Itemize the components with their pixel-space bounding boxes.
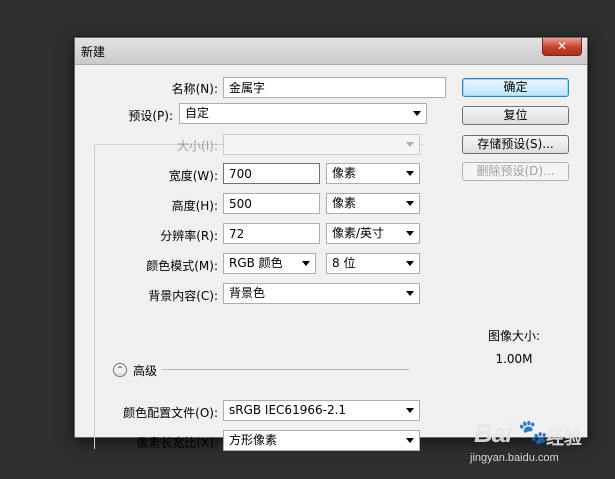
chevron-down-icon <box>413 111 421 116</box>
save-preset-button[interactable]: 存储预设(S)... <box>462 135 569 154</box>
chevron-down-icon <box>406 261 414 266</box>
color-profile-label: 颜色配置文件(O): <box>123 406 218 420</box>
bit-depth-select[interactable]: 8 位 <box>326 253 420 274</box>
width-unit-select[interactable]: 像素 <box>326 163 420 184</box>
advanced-label: 高级 <box>133 364 158 378</box>
color-profile-value: sRGB IEC61966-2.1 <box>229 403 347 417</box>
height-label: 高度(H): <box>171 199 218 213</box>
image-size-label: 图像大小: <box>487 329 541 343</box>
close-icon: ✕ <box>556 39 568 53</box>
color-mode-select[interactable]: RGB 颜色 <box>223 253 316 274</box>
preset-value: 自定 <box>185 106 210 120</box>
watermark-cn: 经验 <box>546 428 582 448</box>
width-unit-value: 像素 <box>332 166 357 180</box>
resolution-input[interactable] <box>223 223 320 244</box>
color-mode-value: RGB 颜色 <box>229 256 283 270</box>
dialog-title: 新建 <box>81 45 106 59</box>
resolution-unit-select[interactable]: 像素/英寸 <box>326 223 420 244</box>
size-label: 大小(I): <box>177 139 218 153</box>
width-input[interactable] <box>223 163 320 184</box>
preset-select[interactable]: 自定 <box>179 103 427 124</box>
chevron-down-icon <box>406 142 414 147</box>
advanced-toggle-button[interactable]: ⌃ <box>113 363 127 377</box>
pixel-aspect-value: 方形像素 <box>229 433 278 447</box>
height-unit-select[interactable]: 像素 <box>326 193 420 214</box>
pixel-aspect-select[interactable]: 方形像素 <box>223 430 420 451</box>
width-label: 宽度(W): <box>168 169 218 183</box>
chevron-down-icon <box>406 231 414 236</box>
watermark-logo: Bai <box>474 418 512 448</box>
size-select[interactable] <box>223 134 420 155</box>
title-bar[interactable]: 新建 ✕ <box>75 38 587 65</box>
chevron-down-icon <box>406 291 414 296</box>
resolution-unit-value: 像素/英寸 <box>332 226 385 240</box>
chevron-down-icon <box>406 201 414 206</box>
preset-label: 预设(P): <box>95 107 176 124</box>
color-profile-select[interactable]: sRGB IEC61966-2.1 <box>223 400 420 421</box>
bit-depth-value: 8 位 <box>332 256 356 270</box>
background-label: 背景内容(C): <box>148 289 218 303</box>
chevron-down-icon <box>406 171 414 176</box>
height-unit-value: 像素 <box>332 196 357 210</box>
reset-button[interactable]: 复位 <box>462 106 569 125</box>
delete-preset-button[interactable]: 删除预设(D)... <box>462 162 569 181</box>
background-select[interactable]: 背景色 <box>223 283 420 304</box>
pixel-aspect-label: 像素长宽比(X): <box>136 436 218 450</box>
ok-button[interactable]: 确定 <box>462 78 569 97</box>
new-document-dialog: 新建 ✕ 名称(N): 预设(P): 自定 大小(I): 宽度(W): 像素 <box>74 37 588 451</box>
watermark-url: jingyan.baidu.com <box>470 452 559 464</box>
name-label: 名称(N): <box>171 82 218 96</box>
chevron-up-icon: ⌃ <box>116 365 124 374</box>
name-input[interactable] <box>223 77 446 98</box>
advanced-divider <box>162 369 410 370</box>
close-button[interactable]: ✕ <box>542 38 582 56</box>
resolution-label: 分辨率(R): <box>160 229 218 243</box>
color-mode-label: 颜色模式(M): <box>146 259 218 273</box>
height-input[interactable] <box>223 193 320 214</box>
dialog-body: 名称(N): 预设(P): 自定 大小(I): 宽度(W): 像素 高度(H):… <box>75 65 587 451</box>
chevron-down-icon <box>406 438 414 443</box>
image-size-value: 1.00M <box>495 352 533 366</box>
chevron-down-icon <box>406 408 414 413</box>
background-value: 背景色 <box>229 286 266 300</box>
chevron-down-icon <box>302 261 310 266</box>
paw-icon: 🐾 <box>518 419 548 446</box>
baidu-jingyan-watermark: Bai 🐾 经验 jingyan.baidu.com <box>470 418 610 474</box>
